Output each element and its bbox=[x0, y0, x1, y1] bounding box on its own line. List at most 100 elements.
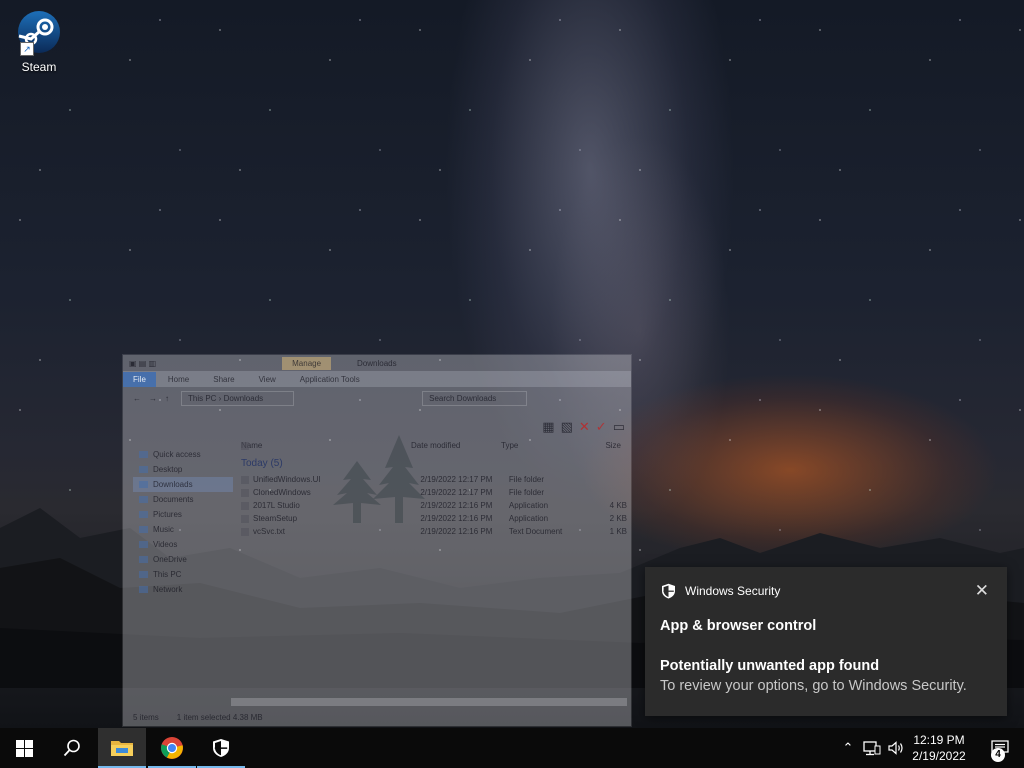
file-date: 2/19/2022 12:16 PM bbox=[420, 501, 493, 510]
start-button[interactable] bbox=[0, 728, 48, 768]
file-size: 4 KB bbox=[609, 501, 627, 510]
file-type: File folder bbox=[508, 475, 545, 484]
security-notification-toast[interactable]: Windows Security ✕ App & browser control… bbox=[645, 567, 1007, 716]
taskbar-app-file-explorer[interactable] bbox=[98, 728, 146, 768]
forward-arrow-icon[interactable]: → bbox=[149, 394, 157, 403]
clock-date: 2/19/2022 bbox=[912, 749, 966, 763]
show-hidden-icons-chevron-icon[interactable]: ⌃ bbox=[838, 740, 858, 756]
file-explorer-window[interactable]: ▣ ▤ ▥ Manage Downloads File Home Share V… bbox=[123, 355, 631, 726]
shield-icon bbox=[213, 739, 229, 757]
table-row[interactable]: SteamSetup 2/19/2022 12:16 PM Applicatio… bbox=[237, 512, 627, 525]
file-size bbox=[588, 475, 627, 484]
file-date: 2/19/2022 12:16 PM bbox=[420, 527, 493, 536]
search-input[interactable]: Search Downloads bbox=[422, 390, 528, 406]
file-list: Name Date modified Type Size Today (5) U… bbox=[237, 439, 627, 538]
table-row[interactable]: 2017L Studio 2/19/2022 12:16 PM Applicat… bbox=[237, 499, 627, 512]
nav-item-pictures[interactable]: Pictures bbox=[133, 507, 233, 522]
file-type: Application bbox=[508, 514, 549, 523]
toolbar-icon: ▦ bbox=[542, 419, 555, 434]
close-icon: ✕ bbox=[578, 419, 590, 434]
horizontal-scrollbar[interactable] bbox=[231, 698, 627, 706]
folder-icon bbox=[111, 741, 133, 756]
windows-logo-icon bbox=[15, 739, 33, 757]
address-bar[interactable]: This PC › Downloads bbox=[181, 390, 295, 406]
ribbon-tab-application-tools[interactable]: Application Tools bbox=[288, 375, 372, 384]
notification-count-badge: 4 bbox=[991, 748, 1005, 762]
toolbar-icon: ▧ bbox=[560, 419, 573, 434]
window-title: Downloads bbox=[357, 358, 397, 368]
nav-item-music[interactable]: Music bbox=[133, 522, 233, 537]
ribbon-tab-share[interactable]: Share bbox=[201, 375, 246, 384]
nav-item-quick-access[interactable]: Quick access bbox=[133, 447, 233, 462]
network-icon[interactable] bbox=[863, 740, 881, 756]
file-size: 2 KB bbox=[609, 514, 627, 523]
nav-item-onedrive[interactable]: OneDrive bbox=[133, 552, 233, 567]
ribbon-tab-file[interactable]: File bbox=[123, 371, 156, 387]
desktop-icon-label: Steam bbox=[21, 60, 57, 74]
nav-item-network[interactable]: Network bbox=[133, 582, 233, 597]
nav-item-this-pc[interactable]: This PC bbox=[133, 567, 233, 582]
column-header-date[interactable]: Date modified bbox=[411, 441, 501, 450]
taskbar-app-chrome[interactable] bbox=[148, 728, 196, 768]
search-icon bbox=[63, 739, 80, 757]
file-name: vcSvc.txt bbox=[237, 527, 420, 536]
file-size: 1 KB bbox=[609, 527, 627, 536]
file-type: Application bbox=[508, 501, 549, 510]
nav-item-desktop[interactable]: Desktop bbox=[133, 462, 233, 477]
status-selection: 1 item selected 4.38 MB bbox=[176, 712, 263, 722]
taskbar-app-windows-security[interactable] bbox=[197, 728, 245, 768]
status-bar: 5 items 1 item selected 4.38 MB bbox=[123, 708, 631, 726]
toast-heading: App & browser control bbox=[660, 618, 817, 634]
quick-access-toolbar-icon[interactable]: ▣ ▤ ▥ bbox=[129, 359, 156, 368]
volume-icon[interactable] bbox=[887, 740, 905, 756]
search-button[interactable] bbox=[48, 728, 96, 768]
status-item-count: 5 items bbox=[133, 712, 159, 722]
toast-body: To review your options, go to Windows Se… bbox=[660, 678, 967, 694]
toast-app-row: Windows Security bbox=[661, 583, 780, 599]
explorer-titlebar[interactable]: ▣ ▤ ▥ Manage Downloads bbox=[123, 355, 631, 371]
table-row[interactable]: ClonedWindows 2/19/2022 12:17 PM File fo… bbox=[237, 486, 627, 499]
ribbon-tab-view[interactable]: View bbox=[247, 375, 288, 384]
file-date: 2/19/2022 12:16 PM bbox=[420, 514, 493, 523]
nav-item-videos[interactable]: Videos bbox=[133, 537, 233, 552]
up-arrow-icon[interactable]: ↑ bbox=[165, 394, 169, 403]
chrome-icon bbox=[161, 737, 183, 759]
file-date: 2/19/2022 12:17 PM bbox=[420, 488, 493, 497]
navigation-pane: Quick access Desktop Downloads Documents… bbox=[133, 447, 233, 597]
shield-icon bbox=[662, 583, 675, 599]
file-size bbox=[588, 488, 627, 497]
file-list-header: Name Date modified Type Size bbox=[237, 439, 627, 452]
explorer-address-row: ← → ↑ This PC › Downloads Search Downloa… bbox=[123, 387, 631, 409]
ribbon-tab-home[interactable]: Home bbox=[156, 375, 201, 384]
nav-item-downloads[interactable]: Downloads bbox=[133, 477, 233, 492]
column-header-size[interactable]: Size bbox=[581, 441, 621, 450]
toolbar-icon: ▭ bbox=[612, 419, 625, 434]
desktop-icon-steam[interactable]: ↗ Steam bbox=[6, 8, 72, 78]
shortcut-arrow-icon: ↗ bbox=[20, 42, 34, 56]
back-arrow-icon[interactable]: ← bbox=[133, 394, 141, 403]
toast-title: Potentially unwanted app found bbox=[660, 658, 880, 674]
file-date: 2/19/2022 12:17 PM bbox=[420, 475, 493, 484]
breadcrumb-this-pc[interactable]: This PC bbox=[188, 394, 216, 403]
breadcrumb-downloads[interactable]: Downloads bbox=[224, 394, 264, 403]
file-group-label[interactable]: Today (5) bbox=[237, 452, 627, 473]
overlay-toolbar: ▦ ▧ ✕ ✓ ▭ bbox=[542, 419, 625, 435]
column-header-type[interactable]: Type bbox=[501, 441, 581, 450]
contextual-tab-manage[interactable]: Manage bbox=[282, 356, 332, 370]
taskbar: ⌃ 12:19 PM 2/19/2022 bbox=[0, 728, 1024, 768]
explorer-ribbon: File Home Share View Application Tools bbox=[123, 371, 631, 387]
check-icon: ✓ bbox=[595, 419, 607, 434]
file-name: ClonedWindows bbox=[237, 488, 420, 497]
toast-app-name: Windows Security bbox=[685, 584, 781, 598]
close-icon[interactable]: ✕ bbox=[975, 581, 989, 601]
nav-item-documents[interactable]: Documents bbox=[133, 492, 233, 507]
steam-icon: ↗ bbox=[16, 10, 62, 56]
file-name: UnifiedWindows.UI bbox=[237, 475, 420, 484]
table-row[interactable]: vcSvc.txt 2/19/2022 12:16 PM Text Docume… bbox=[237, 525, 627, 538]
taskbar-clock[interactable]: 12:19 PM 2/19/2022 bbox=[904, 732, 974, 764]
column-header-name[interactable]: Name bbox=[237, 441, 411, 450]
table-row[interactable]: UnifiedWindows.UI 2/19/2022 12:17 PM Fil… bbox=[237, 473, 627, 486]
file-name: 2017L Studio bbox=[237, 501, 420, 510]
clock-time: 12:19 PM bbox=[913, 733, 965, 747]
file-type: File folder bbox=[508, 488, 545, 497]
